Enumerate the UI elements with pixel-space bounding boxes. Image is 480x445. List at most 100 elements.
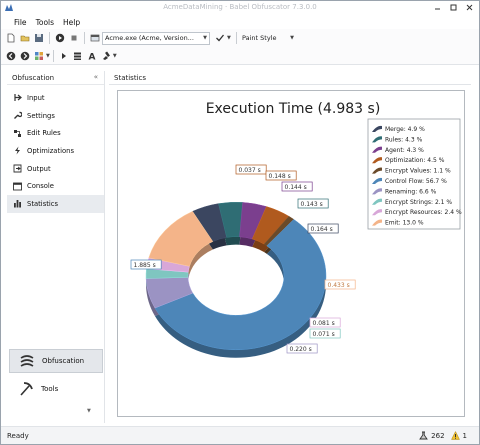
- sidebar-item-label: Optimizations: [27, 146, 75, 155]
- menu-bar: File Tools Help: [1, 15, 479, 29]
- window-title: AcmeDataMining · Babel Obfuscator 7.3.0.…: [163, 3, 317, 11]
- output-icon: [12, 164, 22, 174]
- menu-tools[interactable]: Tools: [36, 18, 54, 27]
- sidebar-item-output[interactable]: Output: [7, 160, 104, 178]
- open-folder-icon: [20, 35, 30, 42]
- content-title: Statistics: [114, 73, 146, 82]
- close-button[interactable]: [463, 2, 476, 13]
- legend-label: Rules: 4.3 %: [385, 136, 423, 143]
- open-button[interactable]: [19, 32, 31, 44]
- content-panel: Statistics Execution Time (4.983 s) 0.03…: [109, 71, 471, 423]
- menu-file[interactable]: File: [14, 18, 27, 27]
- grid-icon: [35, 51, 43, 60]
- sidebar-item-statistics[interactable]: Statistics: [7, 195, 104, 213]
- nav-obfuscation[interactable]: Obfuscation: [9, 349, 103, 373]
- save-button[interactable]: [33, 32, 45, 44]
- sidebar-item-settings[interactable]: Settings: [7, 107, 104, 125]
- sidebar-item-edit-rules[interactable]: Edit Rules: [7, 124, 104, 142]
- callout-label: 0.148 s: [269, 173, 291, 180]
- callout-label: 0.071 s: [313, 331, 335, 338]
- sidebar: Obfuscation « Input Settings Edit Rules …: [7, 71, 105, 423]
- maximize-button[interactable]: [447, 2, 460, 13]
- toolbar-separator: [236, 32, 237, 44]
- pie-chart: Execution Time (4.983 s) 0.037 s 0.148 s 0…: [130, 101, 462, 358]
- forward-arrow-icon: [20, 51, 30, 60]
- collapse-icon[interactable]: «: [94, 73, 98, 81]
- paint-brush-icon: [102, 51, 110, 60]
- svg-text:A: A: [88, 52, 95, 61]
- sidebar-item-label: Output: [27, 164, 51, 173]
- status-bar: Ready 262 1: [1, 426, 479, 444]
- sidebar-item-label: Settings: [27, 111, 55, 120]
- chevron-down-icon[interactable]: ▼: [46, 53, 50, 59]
- forward-button[interactable]: [19, 50, 31, 62]
- chart-title: Execution Time (4.983 s): [206, 101, 381, 117]
- sidebar-header: Obfuscation «: [7, 71, 104, 85]
- chevron-down-icon[interactable]: ▼: [87, 408, 91, 414]
- toolbar-separator: [49, 32, 50, 44]
- warnings-count: 1: [462, 431, 467, 440]
- paint-style-value: Paint Style: [242, 34, 277, 42]
- chevron-down-icon: ▼: [203, 35, 207, 41]
- target-assembly-value: Acme.exe (Acme, Version...: [105, 34, 194, 42]
- sidebar-item-label: Input: [27, 93, 45, 102]
- warning-icon[interactable]: [450, 431, 460, 440]
- target-assembly-select[interactable]: Acme.exe (Acme, Version... ▼: [102, 31, 210, 45]
- sidebar-item-label: Statistics: [27, 199, 59, 208]
- save-icon: [35, 34, 43, 42]
- chevron-down-icon[interactable]: ▼: [227, 35, 233, 41]
- minimize-button[interactable]: [431, 2, 444, 13]
- paint-style-select[interactable]: Paint Style ▼: [240, 32, 296, 45]
- sidebar-title: Obfuscation: [12, 73, 55, 82]
- callout-label: 0.143 s: [301, 201, 323, 208]
- nav-tools-label: Tools: [41, 385, 59, 393]
- legend-label: Encrypt Values: 1.1 %: [385, 168, 451, 175]
- stop-icon: [71, 35, 77, 41]
- rules-icon: [12, 128, 22, 138]
- legend-label: Agent: 4.3 %: [385, 147, 424, 154]
- chevron-down-icon[interactable]: ▼: [113, 53, 117, 59]
- apply-button[interactable]: [214, 32, 226, 44]
- sidebar-item-console[interactable]: Console: [7, 177, 104, 195]
- content-header: Statistics: [109, 71, 471, 85]
- grid-view-button[interactable]: [33, 50, 45, 62]
- back-button[interactable]: [5, 50, 17, 62]
- app-window: AcmeDataMining · Babel Obfuscator 7.3.0.…: [0, 0, 480, 445]
- assembly-button[interactable]: [89, 32, 101, 44]
- layers-icon: [73, 52, 81, 60]
- wrench-icon: [12, 111, 22, 121]
- maximize-icon: [450, 4, 457, 11]
- close-icon: [466, 4, 473, 11]
- nav-obfuscation-label: Obfuscation: [42, 357, 85, 365]
- toolbar-separator: [52, 49, 54, 62]
- nav-tools[interactable]: Tools: [9, 377, 103, 401]
- callout-label: 0.144 s: [285, 184, 307, 191]
- sidebar-item-label: Edit Rules: [27, 129, 61, 138]
- sidebar-item-optimizations[interactable]: Optimizations: [7, 142, 104, 160]
- layers-button[interactable]: [72, 50, 84, 62]
- chart-legend: Merge: 4.9 % Rules: 4.3 % Agent: 4.3 % Opti…: [367, 118, 462, 230]
- sidebar-item-input[interactable]: Input: [7, 89, 104, 107]
- console-icon: [12, 181, 22, 191]
- input-icon: [12, 93, 22, 103]
- toolbar-separator: [84, 32, 85, 44]
- pointer-tool-button[interactable]: [58, 50, 70, 62]
- menu-help[interactable]: Help: [63, 18, 80, 27]
- paint-tool-button[interactable]: [100, 50, 112, 62]
- callout-label: 0.037 s: [239, 167, 261, 174]
- main-toolbar: Acme.exe (Acme, Version... ▼ ▼ Paint Sty…: [1, 29, 479, 47]
- legend-label: Encrypt Resources: 2.4 %: [385, 209, 462, 216]
- legend-label: Control Flow: 56.7 %: [385, 178, 447, 185]
- pickaxe-icon: [20, 382, 33, 396]
- run-button[interactable]: [54, 32, 66, 44]
- legend-label: Renaming: 6.6 %: [385, 188, 437, 195]
- chevron-down-icon: ▼: [290, 35, 294, 41]
- legend-label: Optimization: 4.5 %: [385, 157, 445, 164]
- legend-label: Encrypt Strings: 2.1 %: [385, 199, 452, 206]
- new-file-button[interactable]: [5, 32, 17, 44]
- stop-button[interactable]: [68, 32, 80, 44]
- donut-slices: [145, 201, 327, 358]
- chart-area: Execution Time (4.983 s) 0.037 s 0.148 s 0…: [117, 90, 465, 417]
- callout-label: 1.885 s: [134, 262, 156, 269]
- text-tool-button[interactable]: A: [86, 50, 98, 62]
